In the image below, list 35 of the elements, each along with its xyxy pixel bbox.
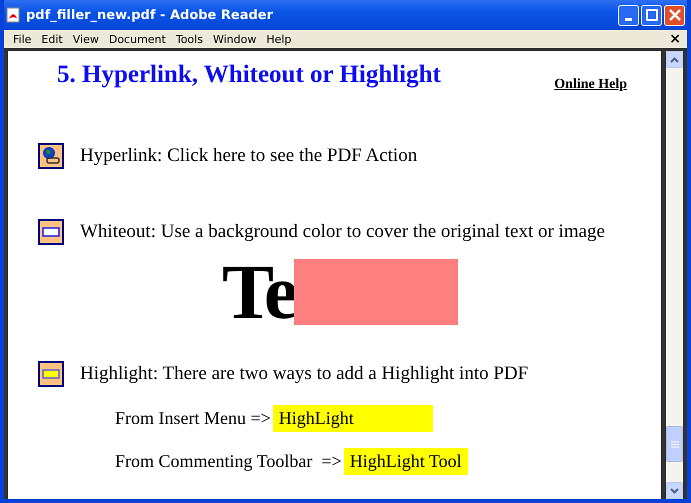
- maximize-button[interactable]: [641, 4, 662, 26]
- whiteout-icon[interactable]: [38, 219, 64, 245]
- scroll-down-button[interactable]: [666, 482, 683, 499]
- way-label: From Commenting Toolbar =>: [115, 451, 342, 472]
- pdf-file-icon: [6, 7, 20, 23]
- menu-item[interactable]: Edit: [36, 32, 68, 46]
- window-title: pdf_filler_new.pdf - Adobe Reader: [26, 8, 274, 22]
- menu-item[interactable]: Tools: [170, 32, 208, 46]
- chevron-down-icon: [670, 488, 679, 494]
- highlighted-text: HighLight: [272, 405, 433, 432]
- minimize-icon: [625, 18, 632, 20]
- item-text: Whiteout: Use a background color to cover the original text or image: [80, 221, 605, 243]
- chevron-up-icon: [670, 56, 679, 62]
- item-text: Hyperlink: Click here to see the PDF Action: [80, 145, 418, 167]
- highlight-icon[interactable]: [38, 361, 64, 387]
- scroll-thumb[interactable]: [666, 426, 683, 462]
- way-label: From Insert Menu =>: [115, 408, 271, 429]
- close-document-button[interactable]: ×: [669, 31, 683, 47]
- close-icon: [668, 9, 680, 21]
- highlighted-text: HighLight Tool: [344, 448, 468, 475]
- sample-text: Te: [222, 259, 296, 325]
- globe-link-icon[interactable]: [38, 143, 64, 169]
- menu-item[interactable]: File: [8, 32, 36, 46]
- minimize-button[interactable]: [618, 4, 639, 26]
- item-text: Highlight: There are two ways to add a Highlight into PDF: [80, 363, 528, 385]
- menu-item[interactable]: Document: [104, 32, 171, 46]
- maximize-icon: [646, 9, 658, 21]
- menu-item[interactable]: Window: [208, 32, 262, 46]
- menu-item[interactable]: View: [68, 32, 104, 46]
- menu-item[interactable]: Help: [261, 32, 296, 46]
- close-button[interactable]: [664, 4, 685, 26]
- scroll-up-button[interactable]: [666, 51, 683, 68]
- section-heading: 5. Hyperlink, Whiteout or Highlight: [57, 61, 441, 89]
- vertical-scrollbar[interactable]: [666, 51, 683, 499]
- online-help-link[interactable]: Online Help: [554, 77, 627, 93]
